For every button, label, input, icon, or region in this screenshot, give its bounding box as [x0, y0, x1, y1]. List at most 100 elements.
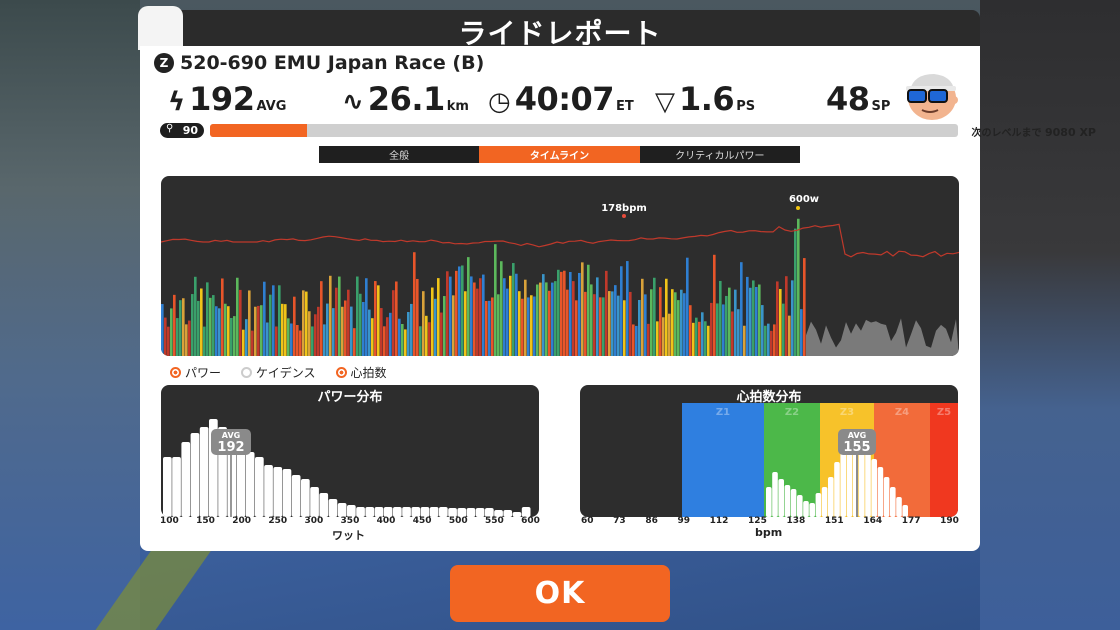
timeline-power-bar: [419, 326, 422, 356]
radio-off-icon: [241, 367, 253, 378]
timeline-power-bar: [437, 278, 440, 356]
power-hist-bar: [163, 457, 172, 517]
hr-hist-bar: [784, 485, 791, 517]
report-tabs: 全般 タイムライン クリティカルパワー: [319, 146, 800, 163]
hr-hist-bar: [766, 487, 772, 517]
hr-hist-bar: [772, 472, 778, 517]
power-hist-bar: [245, 452, 255, 517]
tab-timeline[interactable]: タイムライン: [479, 146, 640, 163]
timeline-power-bar: [797, 218, 800, 356]
timeline-power-bar: [686, 257, 689, 356]
timeline-power-bar: [167, 326, 170, 356]
timeline-power-bar: [395, 281, 398, 356]
timeline-power-bar: [602, 297, 605, 356]
timeline-power-bar: [176, 318, 179, 356]
tab-critical-power[interactable]: クリティカルパワー: [639, 146, 800, 163]
timeline-power-bar: [614, 285, 617, 356]
hr-distribution-title: 心拍数分布: [736, 390, 802, 405]
timeline-power-bar: [722, 304, 725, 356]
timeline-power-bar: [608, 291, 611, 356]
timeline-power-bar: [305, 291, 308, 356]
hr-zone-label: Z5: [937, 407, 951, 418]
timeline-power-bar: [560, 271, 563, 356]
timeline-power-bar: [590, 284, 593, 356]
timeline-power-bar: [476, 288, 479, 356]
timeline-power-bar: [296, 325, 299, 356]
timeline-power-bar: [725, 295, 728, 356]
timeline-power-bar: [371, 318, 374, 356]
hr-zone-label: Z4: [895, 407, 909, 418]
avg-label: AVG: [848, 431, 866, 440]
timeline-power-bar: [755, 287, 758, 356]
legend-power[interactable]: パワー: [170, 364, 221, 381]
timeline-power-bar: [695, 317, 698, 356]
timeline-power-bar: [761, 305, 764, 356]
hr-hist-bar: [821, 487, 828, 517]
timeline-power-bar: [353, 328, 356, 356]
timeline-power-bar: [449, 276, 452, 356]
timeline-power-bar: [521, 298, 524, 356]
power-axis-ticks: 100 150 200 250 300 350 400 450 500 550 …: [160, 516, 540, 526]
timeline-power-bar: [719, 280, 722, 356]
timeline-chart: 178bpm 600w: [161, 176, 959, 356]
bike-icon: ⚲: [166, 123, 174, 134]
timeline-power-bar: [380, 308, 383, 356]
route-icon: ∿: [342, 87, 364, 117]
timeline-power-bar: [569, 272, 572, 356]
timeline-power-bar: [527, 297, 530, 356]
tab-overview[interactable]: 全般: [319, 146, 480, 163]
timeline-power-bar: [470, 276, 473, 356]
timeline-power-bar: [611, 291, 614, 356]
timeline-power-bar: [566, 289, 569, 356]
timeline-power-bar: [491, 297, 494, 356]
timeline-power-bar: [728, 287, 731, 356]
timeline-power-bar: [713, 254, 716, 356]
timeline-power-bar: [623, 300, 626, 356]
timeline-power-bar: [275, 326, 278, 356]
stat-sport-points: 48 SP: [826, 80, 891, 118]
timeline-power-bar: [161, 304, 164, 356]
timeline-power-bar: [431, 287, 434, 356]
hr-zone-band: [682, 403, 764, 517]
timeline-power-bar: [779, 289, 782, 356]
timeline-power-bar: [320, 281, 323, 356]
timeline-power-bar: [410, 303, 413, 356]
timeline-power-bar: [716, 303, 719, 356]
rider-avatar[interactable]: [900, 68, 960, 122]
timeline-power-bar: [803, 258, 806, 356]
timeline-power-bar: [788, 315, 791, 356]
timeline-power-bar: [458, 266, 461, 356]
timeline-power-bar: [749, 287, 752, 356]
timeline-power-bar: [260, 305, 263, 356]
hr-zone-label: Z3: [840, 407, 854, 418]
ok-button[interactable]: OK: [450, 565, 670, 622]
timeline-power-bar: [251, 330, 254, 356]
timeline-power-bar: [317, 306, 320, 356]
timeline-power-bar: [485, 300, 488, 356]
timeline-power-bar: [557, 269, 560, 356]
power-hist-bar: [282, 469, 292, 517]
timeline-power-bar: [680, 289, 683, 356]
timeline-power-bar: [443, 296, 446, 356]
hr-axis-ticks: 60 73 86 99 112 125 138 151 164 177 190: [581, 516, 959, 526]
timeline-power-bar: [227, 306, 230, 356]
timeline-power-bar: [683, 293, 686, 356]
hr-hist-bar: [790, 489, 797, 517]
race-name: 520-690 EMU Japan Race (B): [180, 52, 485, 74]
timeline-power-bar: [506, 288, 509, 356]
timeline-power-bar: [185, 324, 188, 356]
timeline-power-bar: [512, 263, 515, 356]
timeline-power-bar: [536, 284, 539, 356]
timeline-power-bar: [173, 294, 176, 356]
legend-cadence[interactable]: ケイデンス: [241, 364, 316, 381]
timeline-power-bar: [197, 300, 200, 356]
timeline-power-bar: [338, 276, 341, 356]
timeline-power-bar: [308, 311, 311, 356]
timeline-power-bar: [200, 288, 203, 356]
legend-heart-rate[interactable]: 心拍数: [335, 364, 387, 381]
timeline-power-bar: [497, 294, 500, 356]
power-distribution-title: パワー分布: [317, 390, 383, 405]
timeline-power-bar: [638, 299, 641, 356]
hr-hist-bar: [840, 447, 846, 517]
hr-hist-bar: [890, 487, 896, 517]
